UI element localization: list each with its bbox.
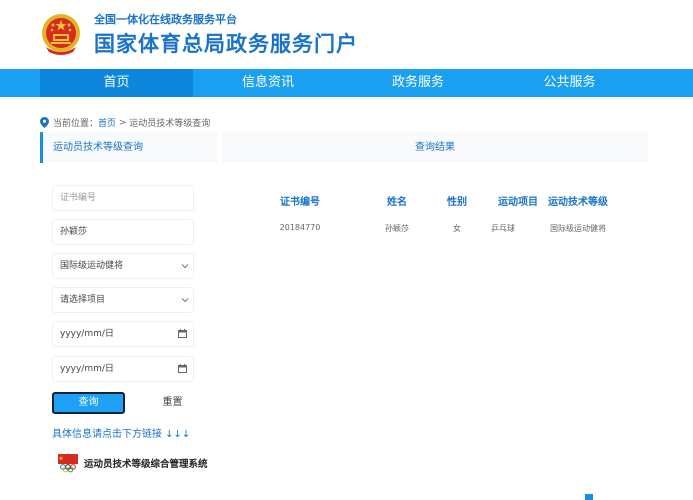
breadcrumb-home-link[interactable]: 首页 <box>98 116 116 129</box>
sport-select[interactable]: 请选择项目 <box>52 287 194 313</box>
details-hint-link[interactable]: 具体信息请点击下方链接 ↓↓↓ <box>52 425 190 440</box>
chevron-down-icon <box>181 298 189 303</box>
portal-subtitle: 全国一体化在线政务服务平台 <box>94 13 237 26</box>
query-button[interactable]: 查询 <box>52 392 125 414</box>
portal-title[interactable]: 国家体育总局政务服务门户 <box>94 28 358 58</box>
calendar-icon[interactable] <box>178 364 187 373</box>
column-header-gender: 性别 <box>447 197 467 208</box>
china-sports-logo-icon <box>58 454 78 473</box>
start-date-input[interactable]: yyyy/mm/日 <box>52 321 194 347</box>
column-header-level: 运动技术等级 <box>548 197 608 208</box>
breadcrumb-prefix: 当前位置： <box>53 119 99 129</box>
system-link[interactable]: 运动员技术等级综合管理系统 <box>57 452 208 474</box>
nav-item-public-services[interactable]: 公共服务 <box>493 69 646 97</box>
cell-name: 孙颖莎 <box>385 224 409 233</box>
end-date-input[interactable]: yyyy/mm/日 <box>52 356 194 382</box>
main-nav: 首页 信息资讯 政务服务 公共服务 <box>0 69 693 97</box>
end-date-placeholder: yyyy/mm/日 <box>60 364 114 374</box>
nav-item-home[interactable]: 首页 <box>40 69 193 97</box>
cell-sport: 乒乓球 <box>491 224 515 233</box>
site-header: 全国一体化在线政务服务平台 国家体育总局政务服务门户 <box>0 0 693 69</box>
cell-gender: 女 <box>453 224 461 233</box>
reset-button[interactable]: 重置 <box>136 392 209 414</box>
back-to-top-handle[interactable] <box>585 494 593 500</box>
cell-level: 国际级运动健将 <box>550 224 606 233</box>
query-panel-title: 运动员技术等级查询 <box>40 132 217 163</box>
column-header-name: 姓名 <box>387 197 407 208</box>
nav-item-news[interactable]: 信息资讯 <box>193 69 343 97</box>
system-name: 运动员技术等级综合管理系统 <box>84 459 208 470</box>
nav-item-government-services[interactable]: 政务服务 <box>343 69 493 97</box>
location-pin-icon <box>40 117 49 128</box>
technical-level-select[interactable]: 国际级运动健将 <box>52 253 194 279</box>
column-header-sport: 运动项目 <box>498 197 538 208</box>
calendar-icon[interactable] <box>178 329 187 338</box>
breadcrumb-current: 运动员技术等级查询 <box>129 119 211 129</box>
column-header-certificate: 证书编号 <box>280 197 320 208</box>
breadcrumb: 当前位置： 首页 > 运动员技术等级查询 <box>40 116 210 129</box>
breadcrumb-separator: > <box>116 117 130 128</box>
athlete-name-input[interactable]: 孙颖莎 <box>52 219 194 245</box>
certificate-number-input[interactable]: 证书编号 <box>52 185 194 211</box>
chevron-down-icon <box>181 264 189 269</box>
cell-certificate: 20184770 <box>279 223 321 232</box>
start-date-placeholder: yyyy/mm/日 <box>60 329 114 339</box>
results-panel-title: 查询结果 <box>222 132 648 163</box>
national-emblem-icon <box>42 14 80 55</box>
sport-placeholder: 请选择项目 <box>60 295 106 305</box>
technical-level-value: 国际级运动健将 <box>60 261 124 271</box>
